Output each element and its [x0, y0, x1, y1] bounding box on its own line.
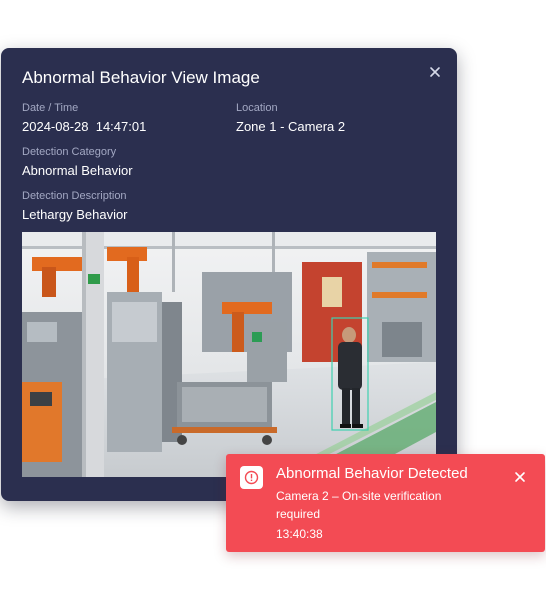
close-icon — [515, 472, 525, 482]
location-value: Zone 1 - Camera 2 — [236, 119, 346, 134]
description-label: Detection Description — [22, 190, 127, 202]
category-value: Abnormal Behavior — [22, 163, 133, 178]
datetime-label: Date / Time — [22, 102, 79, 114]
view-image-dialog: Abnormal Behavior View Image Date / Time… — [1, 48, 457, 501]
alert-icon-badge — [240, 466, 263, 489]
description-field: Detection Description Lethargy Behavior — [22, 190, 128, 222]
alert-title: Abnormal Behavior Detected — [276, 465, 468, 482]
category-field: Detection Category Abnormal Behavior — [22, 146, 133, 178]
factory-scene-image — [22, 232, 436, 477]
dialog-close-button[interactable] — [425, 62, 445, 82]
alert-close-button[interactable] — [511, 468, 529, 486]
alert-time: 13:40:38 — [276, 527, 323, 541]
description-value: Lethargy Behavior — [22, 207, 128, 222]
datetime-field: Date / Time 2024-08-28 14:47:01 — [22, 102, 146, 134]
datetime-value: 2024-08-28 14:47:01 — [22, 119, 147, 134]
alert-message: Camera 2 – On-site verification required — [276, 489, 442, 521]
category-label: Detection Category — [22, 146, 117, 158]
alert-circle-icon — [244, 470, 259, 485]
alert-toast: Abnormal Behavior Detected Camera 2 – On… — [226, 454, 545, 552]
location-field: Location Zone 1 - Camera 2 — [236, 102, 345, 134]
captured-image — [22, 232, 436, 477]
close-icon — [430, 67, 440, 77]
stage: Abnormal Behavior View Image Date / Time… — [0, 0, 546, 600]
location-label: Location — [236, 102, 278, 114]
dialog-title: Abnormal Behavior View Image — [22, 68, 260, 87]
